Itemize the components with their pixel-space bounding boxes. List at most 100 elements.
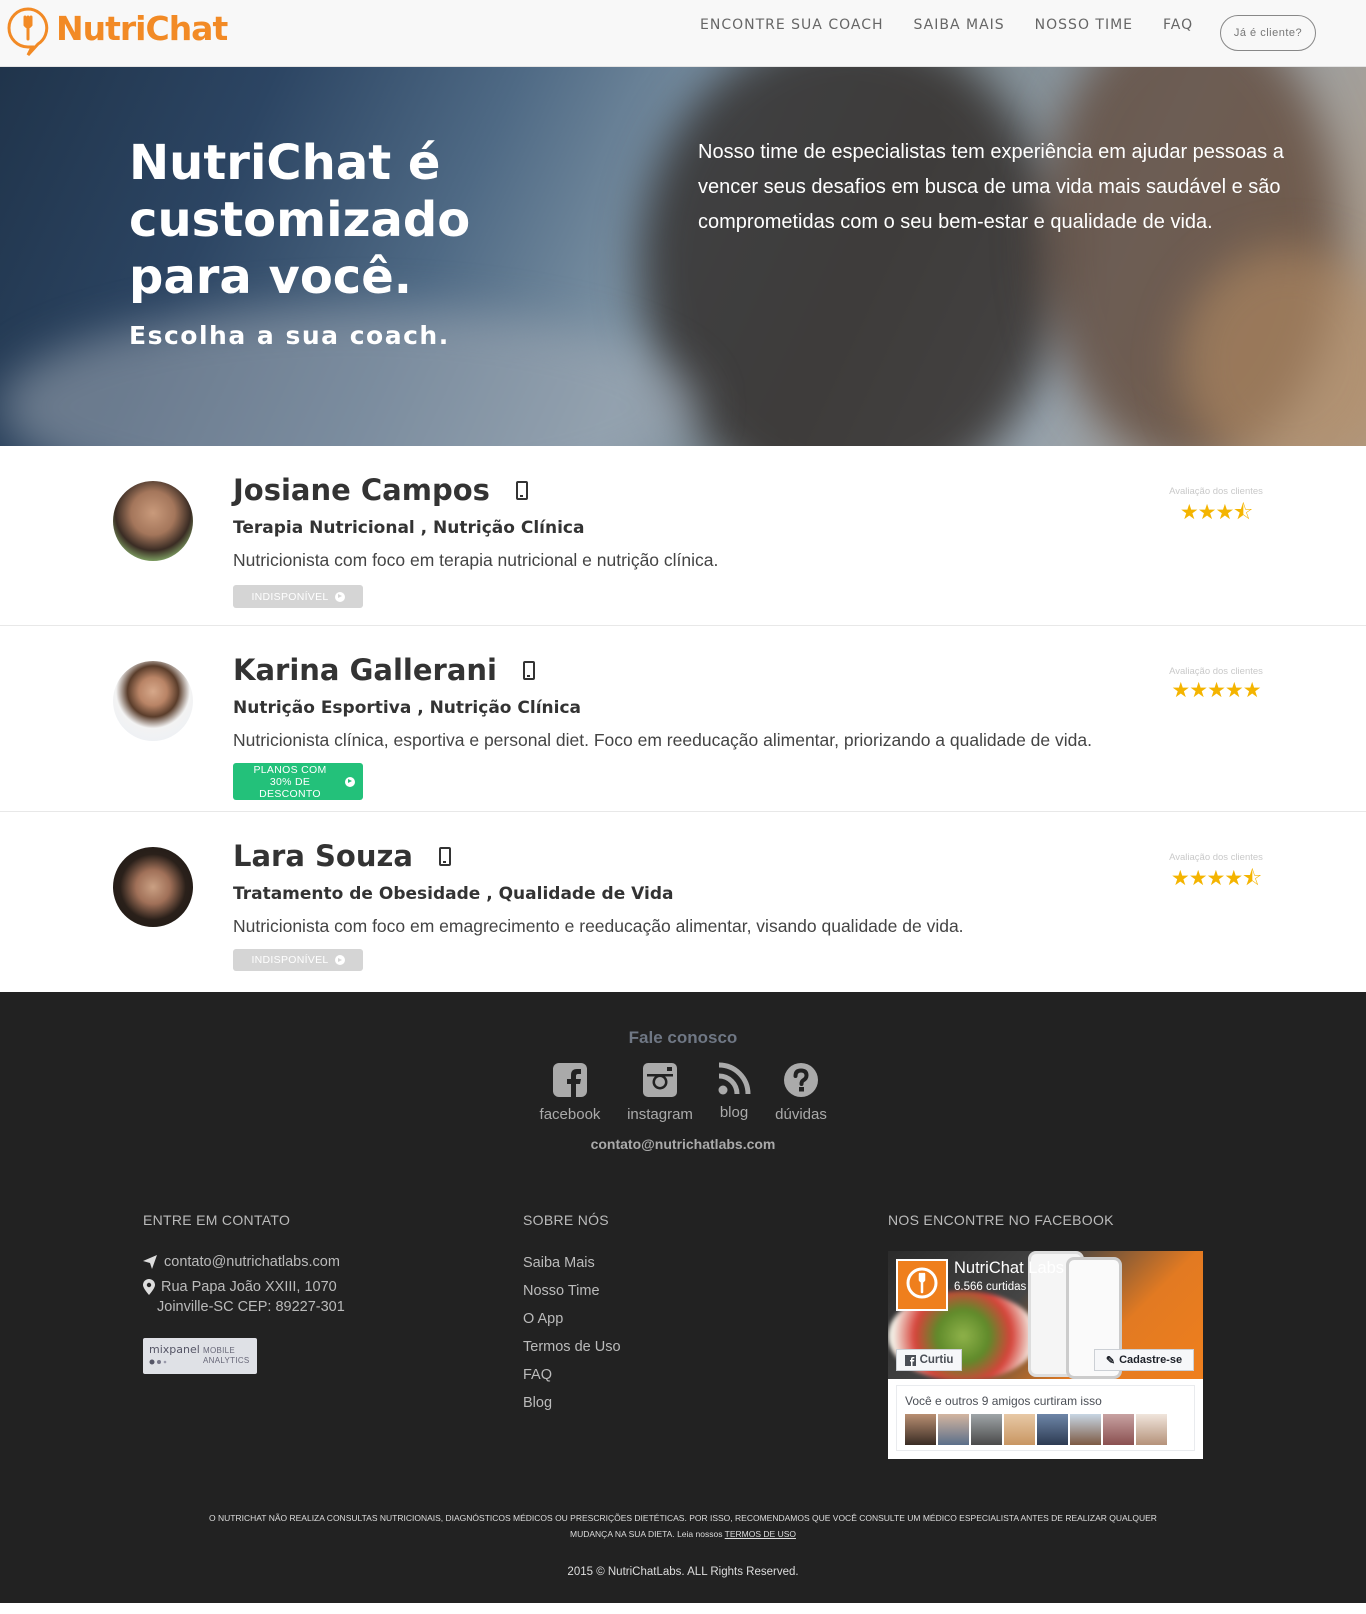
hero-title: NutriChat é customizado para você. xyxy=(129,135,471,305)
logo-icon xyxy=(6,6,50,57)
coach-avatar xyxy=(113,481,193,561)
rating-label: Avaliação dos clientes xyxy=(1169,666,1263,677)
contact-email-text: contato@nutrichatlabs.com xyxy=(164,1254,340,1270)
social-link-faq[interactable]: dúvidas xyxy=(770,1062,832,1123)
nav-link-learn-more[interactable]: SAIBA MAIS xyxy=(914,16,1005,34)
arrow-circle-icon xyxy=(345,776,355,787)
signup-label: Cadastre-se xyxy=(1119,1354,1183,1366)
address-line-2: Joinville-SC CEP: 89227-301 xyxy=(157,1299,345,1315)
facebook-cover-image: NutriChat Labs 6.566 curtidas Curtiu ✎ C… xyxy=(888,1251,1203,1379)
coach-discount-button[interactable]: PLANOS COM 30% DE DESCONTO xyxy=(233,763,363,800)
friend-avatar[interactable] xyxy=(1136,1414,1167,1445)
phone-icon xyxy=(438,846,451,866)
footer-link-faq[interactable]: FAQ xyxy=(523,1367,552,1383)
client-login-button[interactable]: Já é cliente? xyxy=(1220,15,1316,51)
paper-plane-icon xyxy=(143,1255,157,1269)
social-label: instagram xyxy=(627,1106,693,1123)
nav-link-faq[interactable]: FAQ xyxy=(1163,16,1193,34)
site-footer: Fale conosco facebook instagram blog dúv… xyxy=(0,992,1366,1603)
arrow-circle-icon xyxy=(334,591,345,602)
social-link-blog[interactable]: blog xyxy=(707,1062,761,1121)
footer-link-our-team[interactable]: Nosso Time xyxy=(523,1283,600,1299)
facebook-signup-button[interactable]: ✎ Cadastre-se xyxy=(1094,1349,1194,1371)
nav-link-find-coach[interactable]: ENCONTRE SUA COACH xyxy=(700,16,884,34)
rss-icon xyxy=(718,1062,751,1095)
facebook-friends-text: Você e outros 9 amigos curtiram isso xyxy=(905,1394,1102,1408)
coach-specialties: Terapia Nutricional , Nutrição Clínica xyxy=(233,518,585,538)
mixpanel-badge[interactable]: mixpanel MOBILE ANALYTICS xyxy=(143,1338,257,1374)
rating-stars: ★★★★⯪ xyxy=(1170,867,1262,890)
map-marker-icon xyxy=(143,1279,155,1295)
footer-link-terms[interactable]: Termos de Uso xyxy=(523,1339,621,1355)
coach-description: Nutricionista com foco em emagrecimento … xyxy=(233,916,964,936)
contact-us-title: Fale conosco xyxy=(628,1028,738,1047)
friend-avatar[interactable] xyxy=(1037,1414,1068,1445)
friend-avatar[interactable] xyxy=(1103,1414,1134,1445)
coach-name: Josiane Campos xyxy=(233,472,528,508)
coach-avatar xyxy=(113,847,193,927)
coach-unavailable-button[interactable]: INDISPONÍVEL xyxy=(233,949,363,971)
address-line-1: Rua Papa João XXIII, 1070 xyxy=(161,1279,337,1295)
mixpanel-tagline: MOBILE ANALYTICS xyxy=(203,1346,250,1366)
social-link-facebook[interactable]: facebook xyxy=(535,1062,605,1123)
facebook-icon xyxy=(553,1063,587,1098)
coach-name-text: Karina Gallerani xyxy=(233,653,497,687)
facebook-icon xyxy=(904,1354,916,1366)
contact-email-link[interactable]: contato@nutrichatlabs.com xyxy=(0,1136,1366,1152)
coach-specialties: Nutrição Esportiva , Nutrição Clínica xyxy=(233,698,582,718)
button-label: PLANOS COM 30% DE DESCONTO xyxy=(253,763,327,800)
friend-avatar[interactable] xyxy=(905,1414,936,1445)
pencil-icon: ✎ xyxy=(1105,1354,1116,1367)
instagram-icon xyxy=(643,1063,677,1097)
social-label: facebook xyxy=(539,1106,601,1123)
coach-specialties: Tratamento de Obesidade , Qualidade de V… xyxy=(233,884,674,904)
footer-link-learn-more[interactable]: Saiba Mais xyxy=(523,1255,595,1271)
hero-description: Nosso time de especialistas tem experiên… xyxy=(698,141,1284,233)
facebook-page-name[interactable]: NutriChat Labs xyxy=(954,1259,1064,1278)
contact-address-row: Rua Papa João XXIII, 1070 xyxy=(143,1279,337,1295)
coach-card[interactable]: Lara Souza Tratamento de Obesidade , Qua… xyxy=(0,812,1366,992)
contact-email-row[interactable]: contato@nutrichatlabs.com xyxy=(143,1254,340,1270)
facebook-liked-button[interactable]: Curtiu xyxy=(896,1349,962,1371)
hero-subtitle: Escolha a sua coach. xyxy=(129,321,450,350)
coach-name-text: Josiane Campos xyxy=(233,473,490,507)
contact-address-row-2: Joinville-SC CEP: 89227-301 xyxy=(157,1299,345,1315)
brand-name: NutriChat xyxy=(56,8,228,48)
rating-label: Avaliação dos clientes xyxy=(1169,852,1263,863)
rating-label: Avaliação dos clientes xyxy=(1169,486,1263,497)
friend-avatar[interactable] xyxy=(1004,1414,1035,1445)
facebook-column-title: NOS ENCONTRE NO FACEBOOK xyxy=(888,1212,1114,1228)
contact-column-title: ENTRE EM CONTATO xyxy=(143,1212,291,1228)
social-label: blog xyxy=(719,1104,749,1121)
friend-avatar[interactable] xyxy=(1070,1414,1101,1445)
friend-avatar[interactable] xyxy=(938,1414,969,1445)
rating-stars: ★★★★★ xyxy=(1171,679,1261,702)
coach-card[interactable]: Karina Gallerani Nutrição Esportiva , Nu… xyxy=(0,626,1366,812)
footer-link-blog[interactable]: Blog xyxy=(523,1395,552,1411)
coach-unavailable-button[interactable]: INDISPONÍVEL xyxy=(233,585,363,608)
coach-name: Karina Gallerani xyxy=(233,652,535,688)
brand-logo[interactable]: NutriChat xyxy=(6,6,228,57)
terms-of-use-link[interactable]: TERMOS DE USO xyxy=(725,1529,796,1539)
footer-link-app[interactable]: O App xyxy=(523,1311,563,1327)
mixpanel-tagline-2: ANALYTICS xyxy=(203,1356,250,1365)
coach-description: Nutricionista clínica, esportiva e perso… xyxy=(233,730,1092,750)
facebook-friend-faces xyxy=(905,1414,1169,1445)
facebook-friends-box: Você e outros 9 amigos curtiram isso xyxy=(896,1385,1195,1451)
social-link-instagram[interactable]: instagram xyxy=(625,1062,695,1123)
friend-avatar[interactable] xyxy=(971,1414,1002,1445)
hero-runner-blur xyxy=(640,67,1060,446)
coach-name-text: Lara Souza xyxy=(233,839,413,873)
facebook-page-logo xyxy=(896,1259,948,1311)
coach-description: Nutricionista com foco em terapia nutric… xyxy=(233,550,719,570)
phone-icon xyxy=(522,660,535,680)
coach-card[interactable]: Josiane Campos Terapia Nutricional , Nut… xyxy=(0,446,1366,626)
main-nav: ENCONTRE SUA COACH SAIBA MAIS NOSSO TIME… xyxy=(700,16,1223,34)
mixpanel-tagline-1: MOBILE xyxy=(203,1346,236,1355)
facebook-page-widget[interactable]: NutriChat Labs 6.566 curtidas Curtiu ✎ C… xyxy=(888,1251,1203,1459)
coach-name: Lara Souza xyxy=(233,838,451,874)
nav-link-our-team[interactable]: NOSSO TIME xyxy=(1035,16,1133,34)
copyright-text: 2015 © NutriChatLabs. ALL Rights Reserve… xyxy=(567,1566,799,1578)
hero-banner: NutriChat é customizado para você. Escol… xyxy=(0,67,1366,446)
top-navbar: NutriChat ENCONTRE SUA COACH SAIBA MAIS … xyxy=(0,0,1366,67)
